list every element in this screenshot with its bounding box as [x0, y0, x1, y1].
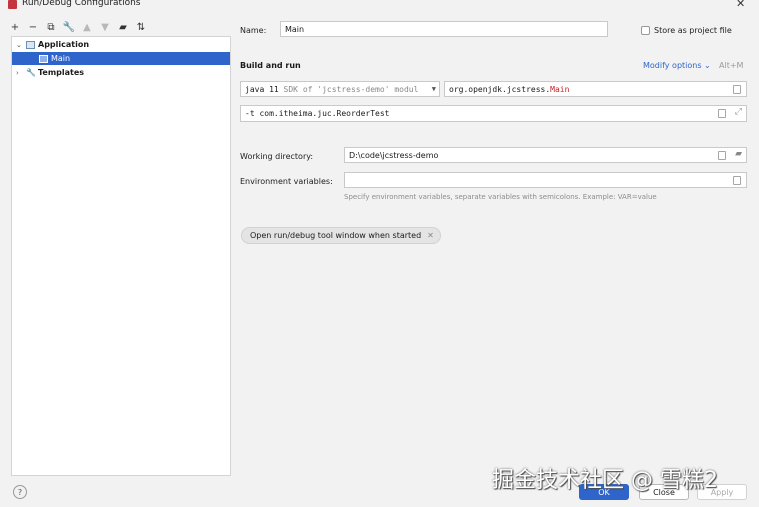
- tree-item-label: Application: [38, 40, 90, 49]
- chevron-right-icon[interactable]: ›: [16, 69, 26, 77]
- tree-item-application[interactable]: ⌄ Application: [16, 38, 230, 51]
- sdk-version: java 11: [245, 84, 279, 94]
- folder-icon[interactable]: ▰: [116, 20, 130, 34]
- section-title-build-run: Build and run: [240, 61, 301, 70]
- env-label: Environment variables:: [240, 177, 333, 186]
- workdir-value: D:\code\jcstress-demo: [349, 150, 439, 160]
- help-button[interactable]: ?: [13, 485, 27, 499]
- watermark: 掘金技术社区 @ 雪糕2: [492, 468, 718, 493]
- sdk-select[interactable]: java 11 SDK of 'jcstress-demo' modul ▼: [240, 81, 440, 97]
- run-debug-dialog: Run/Debug Configurations ✕ + − ⧉ 🔧 ▲ ▼ ▰…: [0, 0, 759, 507]
- insert-macro-icon[interactable]: [718, 151, 726, 160]
- application-icon: [26, 40, 35, 49]
- workdir-label: Working directory:: [240, 152, 314, 161]
- browse-icon[interactable]: [733, 85, 741, 94]
- add-icon[interactable]: +: [8, 20, 22, 34]
- dropdown-arrow-icon: ▼: [431, 85, 436, 93]
- config-tree: ⌄ Application Main › 🔧 Templates: [11, 36, 231, 476]
- store-project-checkbox[interactable]: [641, 26, 650, 35]
- tree-item-label: Templates: [38, 68, 85, 77]
- wrench-icon[interactable]: 🔧: [62, 20, 76, 34]
- remove-icon[interactable]: −: [26, 20, 40, 34]
- window-title: Run/Debug Configurations: [22, 0, 141, 8]
- tree-item-main[interactable]: Main: [12, 52, 230, 65]
- folder-icon[interactable]: ▰: [735, 149, 742, 159]
- move-down-icon[interactable]: ▼: [98, 20, 112, 34]
- store-project-label: Store as project file: [654, 26, 732, 35]
- option-chip-open-tool-window[interactable]: Open run/debug tool window when started …: [241, 227, 441, 244]
- name-field[interactable]: Main: [280, 21, 608, 37]
- copy-icon[interactable]: ⧉: [44, 20, 58, 34]
- main-class-package: org.openjdk.jcstress.: [449, 84, 551, 94]
- move-up-icon[interactable]: ▲: [80, 20, 94, 34]
- main-class-name: Main: [550, 84, 570, 94]
- title-bar: Run/Debug Configurations ✕: [0, 0, 759, 12]
- close-icon[interactable]: ✕: [427, 231, 434, 240]
- application-icon: [39, 54, 48, 63]
- name-label: Name:: [240, 26, 267, 35]
- env-field[interactable]: [344, 172, 747, 188]
- main-class-field[interactable]: org.openjdk.jcstress. Main: [444, 81, 747, 97]
- sdk-detail: SDK of 'jcstress-demo' modul: [283, 84, 419, 94]
- chip-label: Open run/debug tool window when started: [250, 231, 422, 240]
- modify-options-label: Modify options: [643, 61, 702, 70]
- close-icon[interactable]: ✕: [736, 0, 745, 10]
- tree-item-label: Main: [51, 54, 71, 63]
- tree-item-templates[interactable]: › 🔧 Templates: [16, 66, 230, 79]
- insert-macro-icon[interactable]: [718, 109, 726, 118]
- sort-icon[interactable]: ⇅: [134, 20, 148, 34]
- modify-options-shortcut: Alt+M: [719, 61, 744, 70]
- tree-toolbar: + − ⧉ 🔧 ▲ ▼ ▰ ⇅: [8, 20, 148, 34]
- expand-icon[interactable]: ⤢: [735, 107, 742, 117]
- wrench-icon: 🔧: [26, 68, 36, 77]
- env-hint: Specify environment variables, separate …: [344, 193, 657, 201]
- app-icon: [8, 0, 17, 9]
- chevron-down-icon[interactable]: ⌄: [16, 41, 26, 49]
- workdir-field[interactable]: D:\code\jcstress-demo ▰: [344, 147, 747, 163]
- edit-env-icon[interactable]: [733, 176, 741, 185]
- modify-options-link[interactable]: Modify options ⌄: [643, 61, 711, 70]
- program-arguments-field[interactable]: -t com.itheima.juc.ReorderTest ⤢: [240, 105, 747, 122]
- program-arguments-value: -t com.itheima.juc.ReorderTest: [245, 109, 390, 118]
